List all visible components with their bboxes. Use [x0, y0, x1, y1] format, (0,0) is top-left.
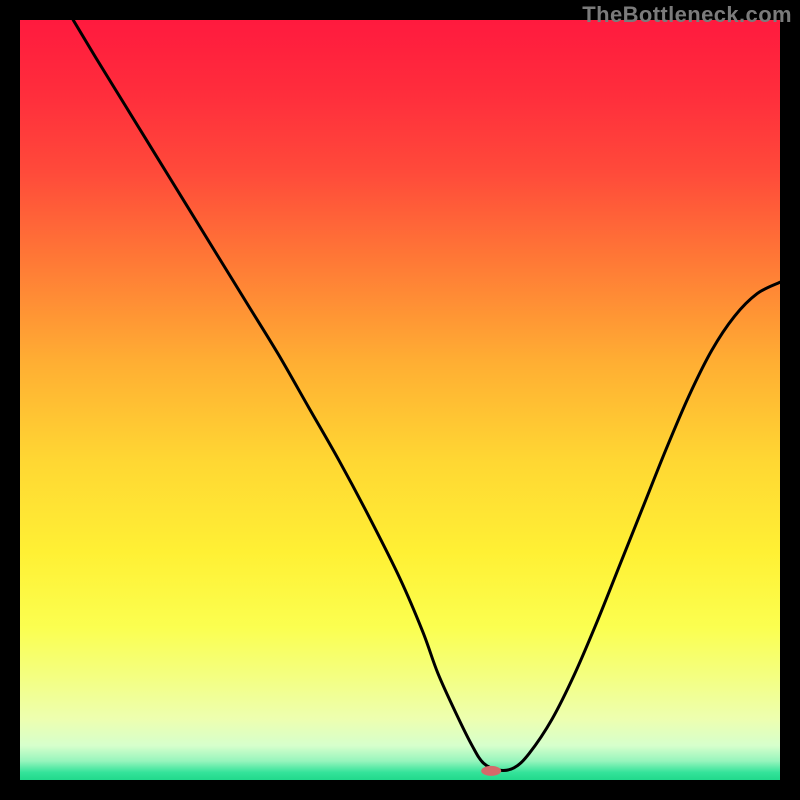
- optimal-marker: [481, 766, 501, 776]
- watermark-label: TheBottleneck.com: [582, 2, 792, 28]
- chart-frame: TheBottleneck.com: [0, 0, 800, 800]
- plot-area: [20, 20, 780, 780]
- bottleneck-chart: [20, 20, 780, 780]
- gradient-background: [20, 20, 780, 780]
